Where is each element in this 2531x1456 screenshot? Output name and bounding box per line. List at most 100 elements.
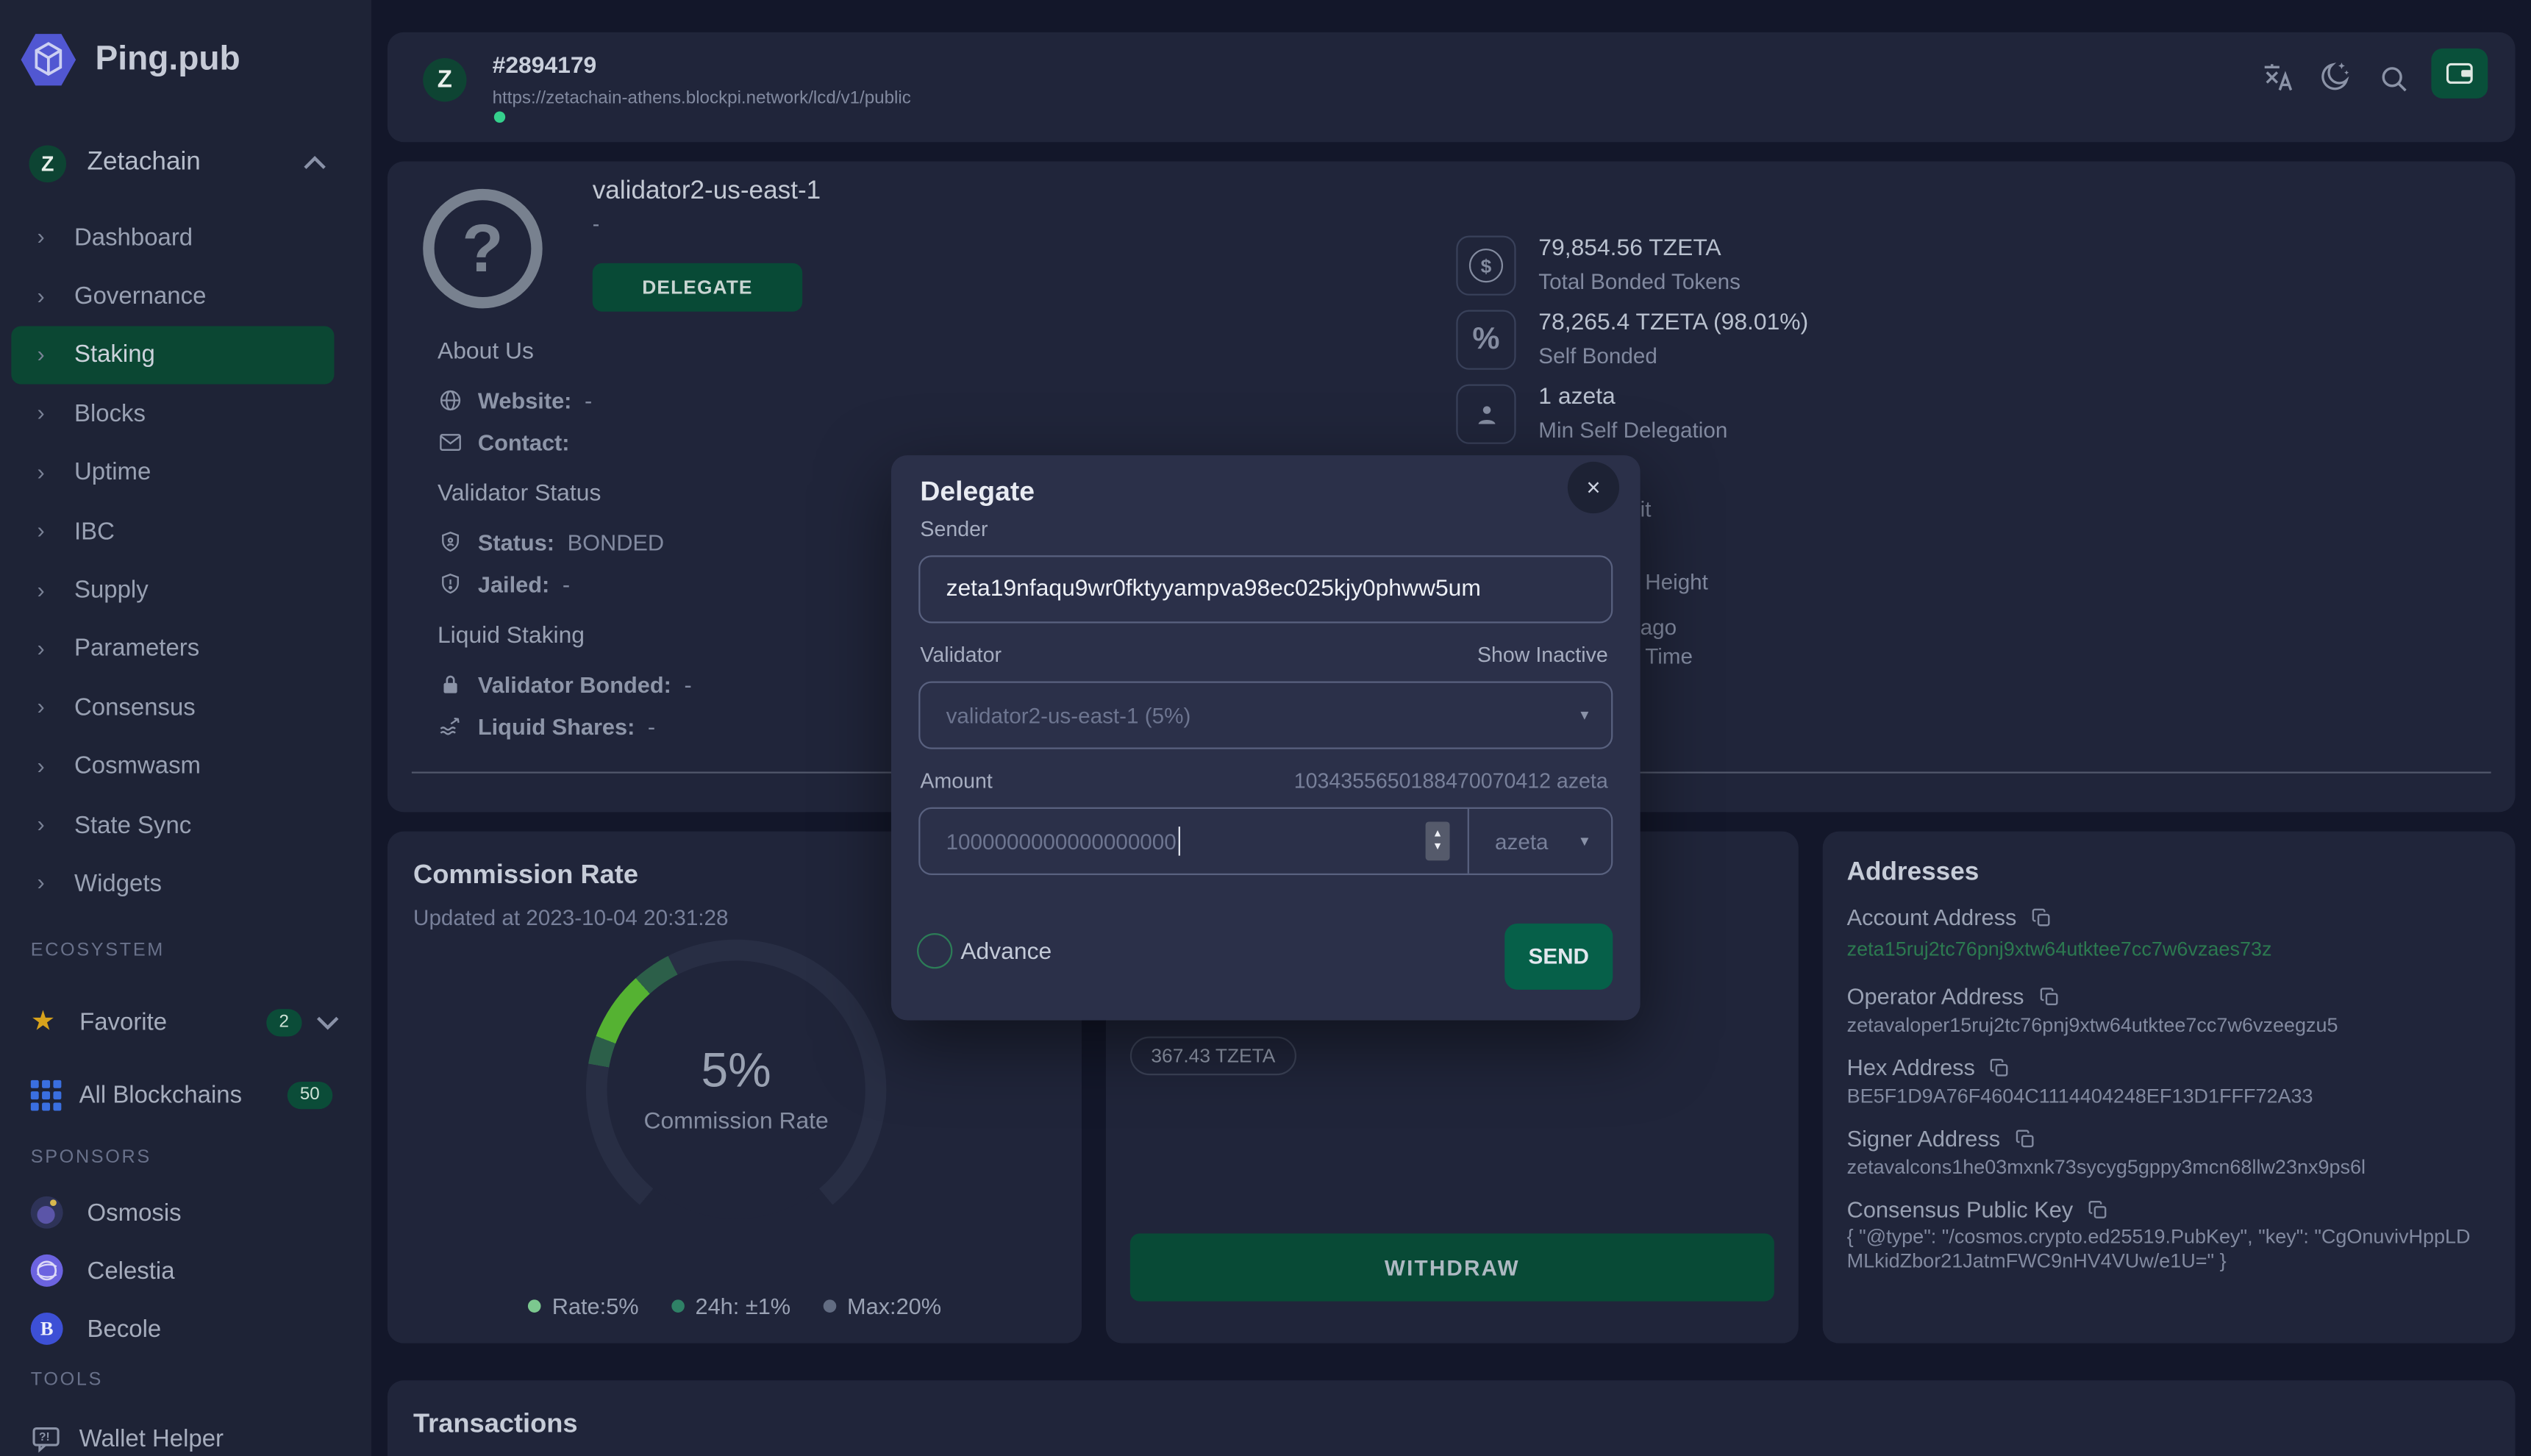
- shield-icon: [438, 529, 465, 555]
- wallet-icon: [2446, 61, 2473, 85]
- person-icon: [1471, 399, 1501, 429]
- copy-icon[interactable]: [2031, 907, 2052, 928]
- sidebar-item-dashboard[interactable]: Dashboard: [11, 208, 334, 267]
- sidebar-item-governance[interactable]: Governance: [11, 267, 334, 326]
- globe-icon: [438, 388, 465, 413]
- sidebar-item-wallet-helper[interactable]: ?! Wallet Helper: [16, 1410, 355, 1456]
- sidebar-nav: Dashboard Governance Staking Blocks Upti…: [11, 208, 334, 913]
- chevron-right-icon: [37, 458, 44, 484]
- validator-select[interactable]: validator2-us-east-1 (5%): [918, 682, 1613, 749]
- brand[interactable]: Ping.pub: [19, 27, 240, 92]
- endpoint-selector[interactable]: Z #2894179 https://zetachain-athens.bloc…: [423, 53, 911, 108]
- rewards-balance-badge: 367.43 TZETA: [1130, 1037, 1296, 1076]
- chevron-right-icon: [37, 693, 44, 719]
- chevron-right-icon: [37, 400, 44, 426]
- chevron-right-icon: [37, 635, 44, 660]
- consensus-pubkey-value: { "@type": "/cosmos.crypto.ed25519.PubKe…: [1847, 1225, 2485, 1274]
- copy-icon[interactable]: [2015, 1128, 2036, 1149]
- status-title: Validator Status: [438, 481, 601, 507]
- sidebar-item-staking[interactable]: Staking: [11, 326, 334, 385]
- gauge-legend: Rate:5% 24h: ±1% Max:20%: [388, 1293, 1082, 1319]
- pingpub-logo-icon: [19, 27, 77, 92]
- becole-icon: B: [31, 1313, 63, 1345]
- available-balance: 1034355650188470070412 azeta: [1294, 768, 1608, 793]
- celestia-icon: [31, 1255, 63, 1287]
- validator-name: validator2-us-east-1: [593, 178, 821, 207]
- sponsor-becole[interactable]: B Becole: [16, 1299, 355, 1357]
- withdraw-button[interactable]: WITHDRAW: [1130, 1233, 1774, 1301]
- chevron-right-icon: [37, 870, 44, 896]
- close-icon[interactable]: [1568, 462, 1619, 513]
- modal-title: Delegate: [920, 477, 1035, 509]
- legend-24h: 24h: ±1%: [671, 1293, 791, 1319]
- occluded-text: Height: [1645, 570, 1708, 594]
- liquid-title: Liquid Staking: [438, 623, 585, 649]
- account-address-value[interactable]: zeta15ruj2tc76pnj9xtw64utktee7cc7w6vzaes…: [1847, 938, 2485, 963]
- status-row: Status:BONDED: [438, 529, 664, 555]
- language-icon[interactable]: [2260, 60, 2296, 95]
- legend-rate: Rate:5%: [528, 1293, 639, 1319]
- chain-name: Zetachain: [88, 149, 301, 178]
- commission-gauge: 5% Commission Rate: [586, 940, 886, 1240]
- chevron-down-icon[interactable]: [315, 1013, 340, 1031]
- sidebar-item-cosmwasm[interactable]: Cosmwasm: [11, 737, 334, 796]
- svg-text:?!: ?!: [39, 1430, 50, 1443]
- sidebar-item-supply[interactable]: Supply: [11, 561, 334, 620]
- endpoint-status-dot: [494, 111, 505, 122]
- commission-title: Commission Rate: [413, 860, 638, 891]
- stepper-down-icon: [1432, 843, 1443, 853]
- legend-dot-max: [823, 1299, 836, 1313]
- sidebar-item-all-blockchains[interactable]: All Blockchains 50: [16, 1066, 355, 1124]
- delegate-button[interactable]: DELEGATE: [593, 263, 802, 312]
- chevron-right-icon: [37, 752, 44, 778]
- hex-address-label: Hex Address: [1847, 1054, 2011, 1080]
- dark-mode-icon[interactable]: [2318, 60, 2352, 93]
- wallet-button[interactable]: [2431, 49, 2488, 99]
- copy-icon[interactable]: [2088, 1199, 2109, 1220]
- ecosystem-section-label: ECOSYSTEM: [31, 941, 165, 960]
- occluded-text: it: [1641, 497, 1652, 521]
- waves-icon: [438, 713, 465, 739]
- sidebar-item-consensus[interactable]: Consensus: [11, 678, 334, 737]
- sidebar-item-widgets[interactable]: Widgets: [11, 854, 334, 913]
- copy-icon[interactable]: [1990, 1057, 2011, 1078]
- sponsor-osmosis[interactable]: Osmosis: [16, 1183, 355, 1241]
- osmosis-icon: [31, 1196, 63, 1229]
- number-stepper[interactable]: [1426, 822, 1450, 861]
- gauge-value: 5%: [702, 1044, 771, 1099]
- stat-min-self-delegation: 1 azeta Min Self Delegation: [1456, 385, 1727, 444]
- validator-label: Validator: [920, 643, 1002, 667]
- sidebar-item-parameters[interactable]: Parameters: [11, 619, 334, 678]
- chevron-up-icon[interactable]: [300, 154, 329, 173]
- copy-icon[interactable]: [2038, 985, 2060, 1007]
- dollar-circle-icon: [1469, 249, 1503, 282]
- operator-address-label: Operator Address: [1847, 983, 2060, 1009]
- chain-selector[interactable]: Z Zetachain: [16, 132, 355, 193]
- send-button[interactable]: SEND: [1504, 924, 1613, 990]
- chevron-right-icon: [37, 517, 44, 543]
- lock-icon: [438, 671, 465, 697]
- divider: [1468, 809, 1469, 874]
- tools-section-label: TOOLS: [31, 1371, 103, 1390]
- sender-input[interactable]: zeta19nfaqu9wr0fktyyampva98ec025kjy0phww…: [918, 555, 1613, 623]
- star-icon: [31, 1006, 55, 1038]
- sponsor-celestia[interactable]: Celestia: [16, 1241, 355, 1299]
- advance-checkbox[interactable]: [917, 933, 952, 968]
- advance-label: Advance: [960, 940, 1052, 966]
- sidebar-item-uptime[interactable]: Uptime: [11, 443, 334, 502]
- blockchains-count-badge: 50: [287, 1081, 332, 1108]
- grid-icon: [31, 1079, 62, 1110]
- validator-description: -: [593, 212, 600, 236]
- sidebar-item-state-sync[interactable]: State Sync: [11, 796, 334, 854]
- transactions-card: Transactions: [388, 1380, 2516, 1456]
- endpoint-url: https://zetachain-athens.blockpi.network…: [493, 89, 911, 108]
- denom-select[interactable]: azeta: [1495, 829, 1549, 853]
- show-inactive-toggle[interactable]: Show Inactive: [1477, 643, 1608, 667]
- search-icon[interactable]: [2378, 63, 2410, 96]
- sidebar-item-favorite[interactable]: Favorite 2: [16, 993, 355, 1051]
- sidebar-item-ibc[interactable]: IBC: [11, 502, 334, 561]
- amount-input[interactable]: 1000000000000000000 azeta: [918, 807, 1613, 875]
- gauge-sublabel: Commission Rate: [644, 1109, 829, 1135]
- stepper-up-icon: [1432, 829, 1443, 839]
- sidebar-item-blocks[interactable]: Blocks: [11, 385, 334, 443]
